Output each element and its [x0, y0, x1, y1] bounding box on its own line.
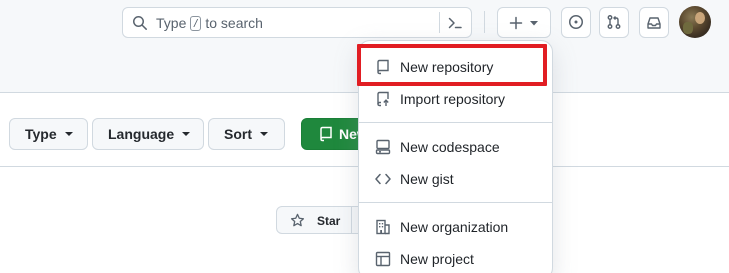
sort-filter-label: Sort [224, 126, 252, 142]
pull-requests-button[interactable] [599, 7, 629, 38]
search-placeholder: Type / to search [156, 15, 263, 31]
menu-item-label: New codespace [400, 139, 500, 155]
inbox-button[interactable] [639, 7, 669, 38]
create-new-button[interactable] [497, 7, 551, 38]
search-icon [133, 16, 147, 30]
star-button[interactable]: Star [276, 206, 366, 234]
issue-opened-icon [569, 15, 583, 29]
inbox-icon [647, 17, 661, 29]
menu-item-label: Import repository [400, 91, 506, 107]
search-shortcut-key: / [190, 15, 202, 31]
triangle-down-icon [530, 21, 538, 26]
menu-item-new-organization[interactable]: New organization [359, 211, 552, 243]
menu-divider [359, 122, 552, 123]
git-pull-request-icon [607, 15, 621, 29]
sort-filter-button[interactable]: Sort [208, 118, 285, 150]
header-divider [484, 11, 485, 33]
issues-button[interactable] [561, 7, 591, 38]
language-filter-label: Language [108, 126, 175, 142]
plus-icon [509, 16, 523, 30]
type-filter-button[interactable]: Type [9, 118, 88, 150]
star-label: Star [317, 214, 341, 228]
menu-item-new-project[interactable]: New project [359, 243, 552, 273]
search-divider [439, 12, 440, 33]
star-button-divider [351, 206, 352, 234]
menu-item-import-repository[interactable]: Import repository [359, 83, 552, 115]
language-filter-button[interactable]: Language [92, 118, 204, 150]
avatar-detail [683, 22, 693, 34]
menu-divider [359, 202, 552, 203]
search-placeholder-after: to search [205, 15, 263, 31]
code-icon [375, 173, 391, 185]
codespaces-icon [375, 139, 391, 155]
caret-down-icon [182, 132, 191, 136]
caret-down-icon [64, 132, 73, 136]
menu-item-new-gist[interactable]: New gist [359, 163, 552, 195]
user-avatar[interactable] [679, 6, 711, 38]
menu-item-label: New gist [400, 171, 454, 187]
caret-down-icon [260, 132, 268, 136]
repo-icon [320, 126, 332, 142]
type-filter-label: Type [25, 126, 57, 142]
menu-item-new-codespace[interactable]: New codespace [359, 131, 552, 163]
terminal-icon[interactable] [447, 15, 463, 31]
menu-item-label: New project [400, 251, 474, 267]
table-icon [375, 251, 391, 267]
search-input[interactable]: Type / to search [122, 7, 472, 38]
avatar-detail [695, 12, 705, 24]
highlight-box [357, 44, 547, 86]
menu-item-label: New organization [400, 219, 509, 235]
organization-icon [376, 219, 390, 235]
search-placeholder-before: Type [156, 15, 187, 31]
star-icon [290, 213, 305, 227]
repo-push-icon [377, 91, 389, 107]
